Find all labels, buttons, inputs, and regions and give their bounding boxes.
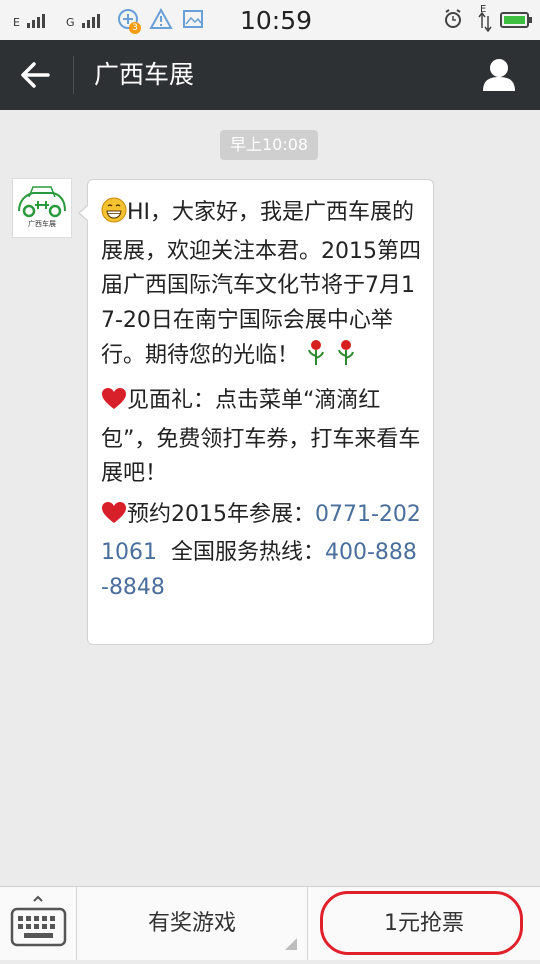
- keyboard-toggle-button[interactable]: [0, 887, 77, 960]
- person-icon: [483, 59, 515, 91]
- battery-icon: [500, 12, 532, 32]
- message-paragraph: 预约2015年参展：0771-2021061 全国服务热线：400-888-88…: [101, 498, 421, 606]
- rose-icon: [305, 338, 327, 378]
- avatar[interactable]: 广西车展: [12, 178, 72, 238]
- message-text-3: 预约2015年参展：: [127, 501, 315, 527]
- message-text-3b: 全国服务热线：: [157, 540, 325, 566]
- message-text-1: HI，大家好，我是广西车展的展展，欢迎关注本君。2015第四届广西国际汽车文化节…: [101, 200, 421, 369]
- sim1-label: E: [13, 16, 20, 29]
- signal-bars-icon: [82, 14, 100, 28]
- sim2-label: G: [66, 16, 75, 29]
- menu-item-label: 有奖游戏: [147, 911, 236, 936]
- bubble-tail-inner: [80, 205, 89, 221]
- title-bar: 广西车展: [0, 40, 540, 110]
- notify-badge: 3: [129, 22, 141, 34]
- notification-plus-icon: 3: [117, 8, 141, 36]
- highlight-annotation: [320, 891, 523, 955]
- menu-item-prize-game[interactable]: 有奖游戏: [77, 887, 308, 960]
- message-paragraph: 见面礼：点击菜单“滴滴红包”，免费领打车券，打车来看车展吧！: [101, 384, 421, 492]
- warning-icon: [149, 7, 173, 34]
- status-bar: E G 3 10:59 E: [0, 0, 540, 40]
- alarm-icon: [443, 8, 463, 34]
- grin-emoji-icon: [101, 197, 127, 235]
- status-time: 10:59: [240, 6, 313, 35]
- signal-bars-icon: [27, 14, 45, 28]
- back-arrow-icon: [21, 62, 50, 88]
- back-button[interactable]: [14, 56, 60, 94]
- page-title: 广西车展: [94, 60, 195, 89]
- message-text-2: 见面礼：点击菜单“滴滴红包”，免费领打车券，打车来看车展吧！: [101, 387, 421, 487]
- submenu-indicator-icon: [285, 938, 297, 950]
- profile-button[interactable]: [478, 54, 520, 96]
- heart-icon: [101, 501, 127, 537]
- car-logo-icon: [18, 186, 66, 218]
- image-icon: [182, 8, 204, 34]
- message-paragraph: HI，大家好，我是广西车展的展展，欢迎关注本君。2015第四届广西国际汽车文化节…: [101, 196, 421, 378]
- rose-icon: [335, 338, 357, 378]
- chat-area[interactable]: 早上10:08 广西车展 HI，大家好，我是广西车展的展展，欢迎关注本君。201…: [0, 110, 540, 886]
- message-bubble[interactable]: HI，大家好，我是广西车展的展展，欢迎关注本君。2015第四届广西国际汽车文化节…: [87, 179, 434, 645]
- message-timestamp: 早上10:08: [220, 130, 318, 160]
- avatar-caption: 广西车展: [28, 220, 56, 228]
- title-divider: [73, 56, 74, 94]
- heart-icon: [101, 387, 127, 423]
- keyboard-icon: [10, 895, 67, 947]
